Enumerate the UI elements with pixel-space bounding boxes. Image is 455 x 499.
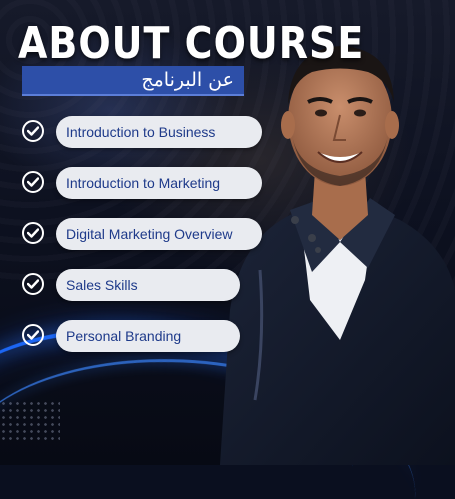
subtitle-banner: عن البرنامج [22,66,244,96]
check-circle-icon [22,171,44,193]
page-title: ABOUT COURSE [18,17,365,69]
topic-label: Personal Branding [56,320,240,352]
check-circle-icon [22,324,44,346]
topic-label: Introduction to Business [56,116,262,148]
check-circle-icon [22,222,44,244]
check-circle-icon [22,273,44,295]
subtitle-arabic: عن البرنامج [141,69,234,91]
topic-label: Digital Marketing Overview [56,218,262,250]
check-circle-icon [22,120,44,142]
topic-label: Introduction to Marketing [56,167,262,199]
dot-pattern [0,400,60,440]
topic-label: Sales Skills [56,269,240,301]
